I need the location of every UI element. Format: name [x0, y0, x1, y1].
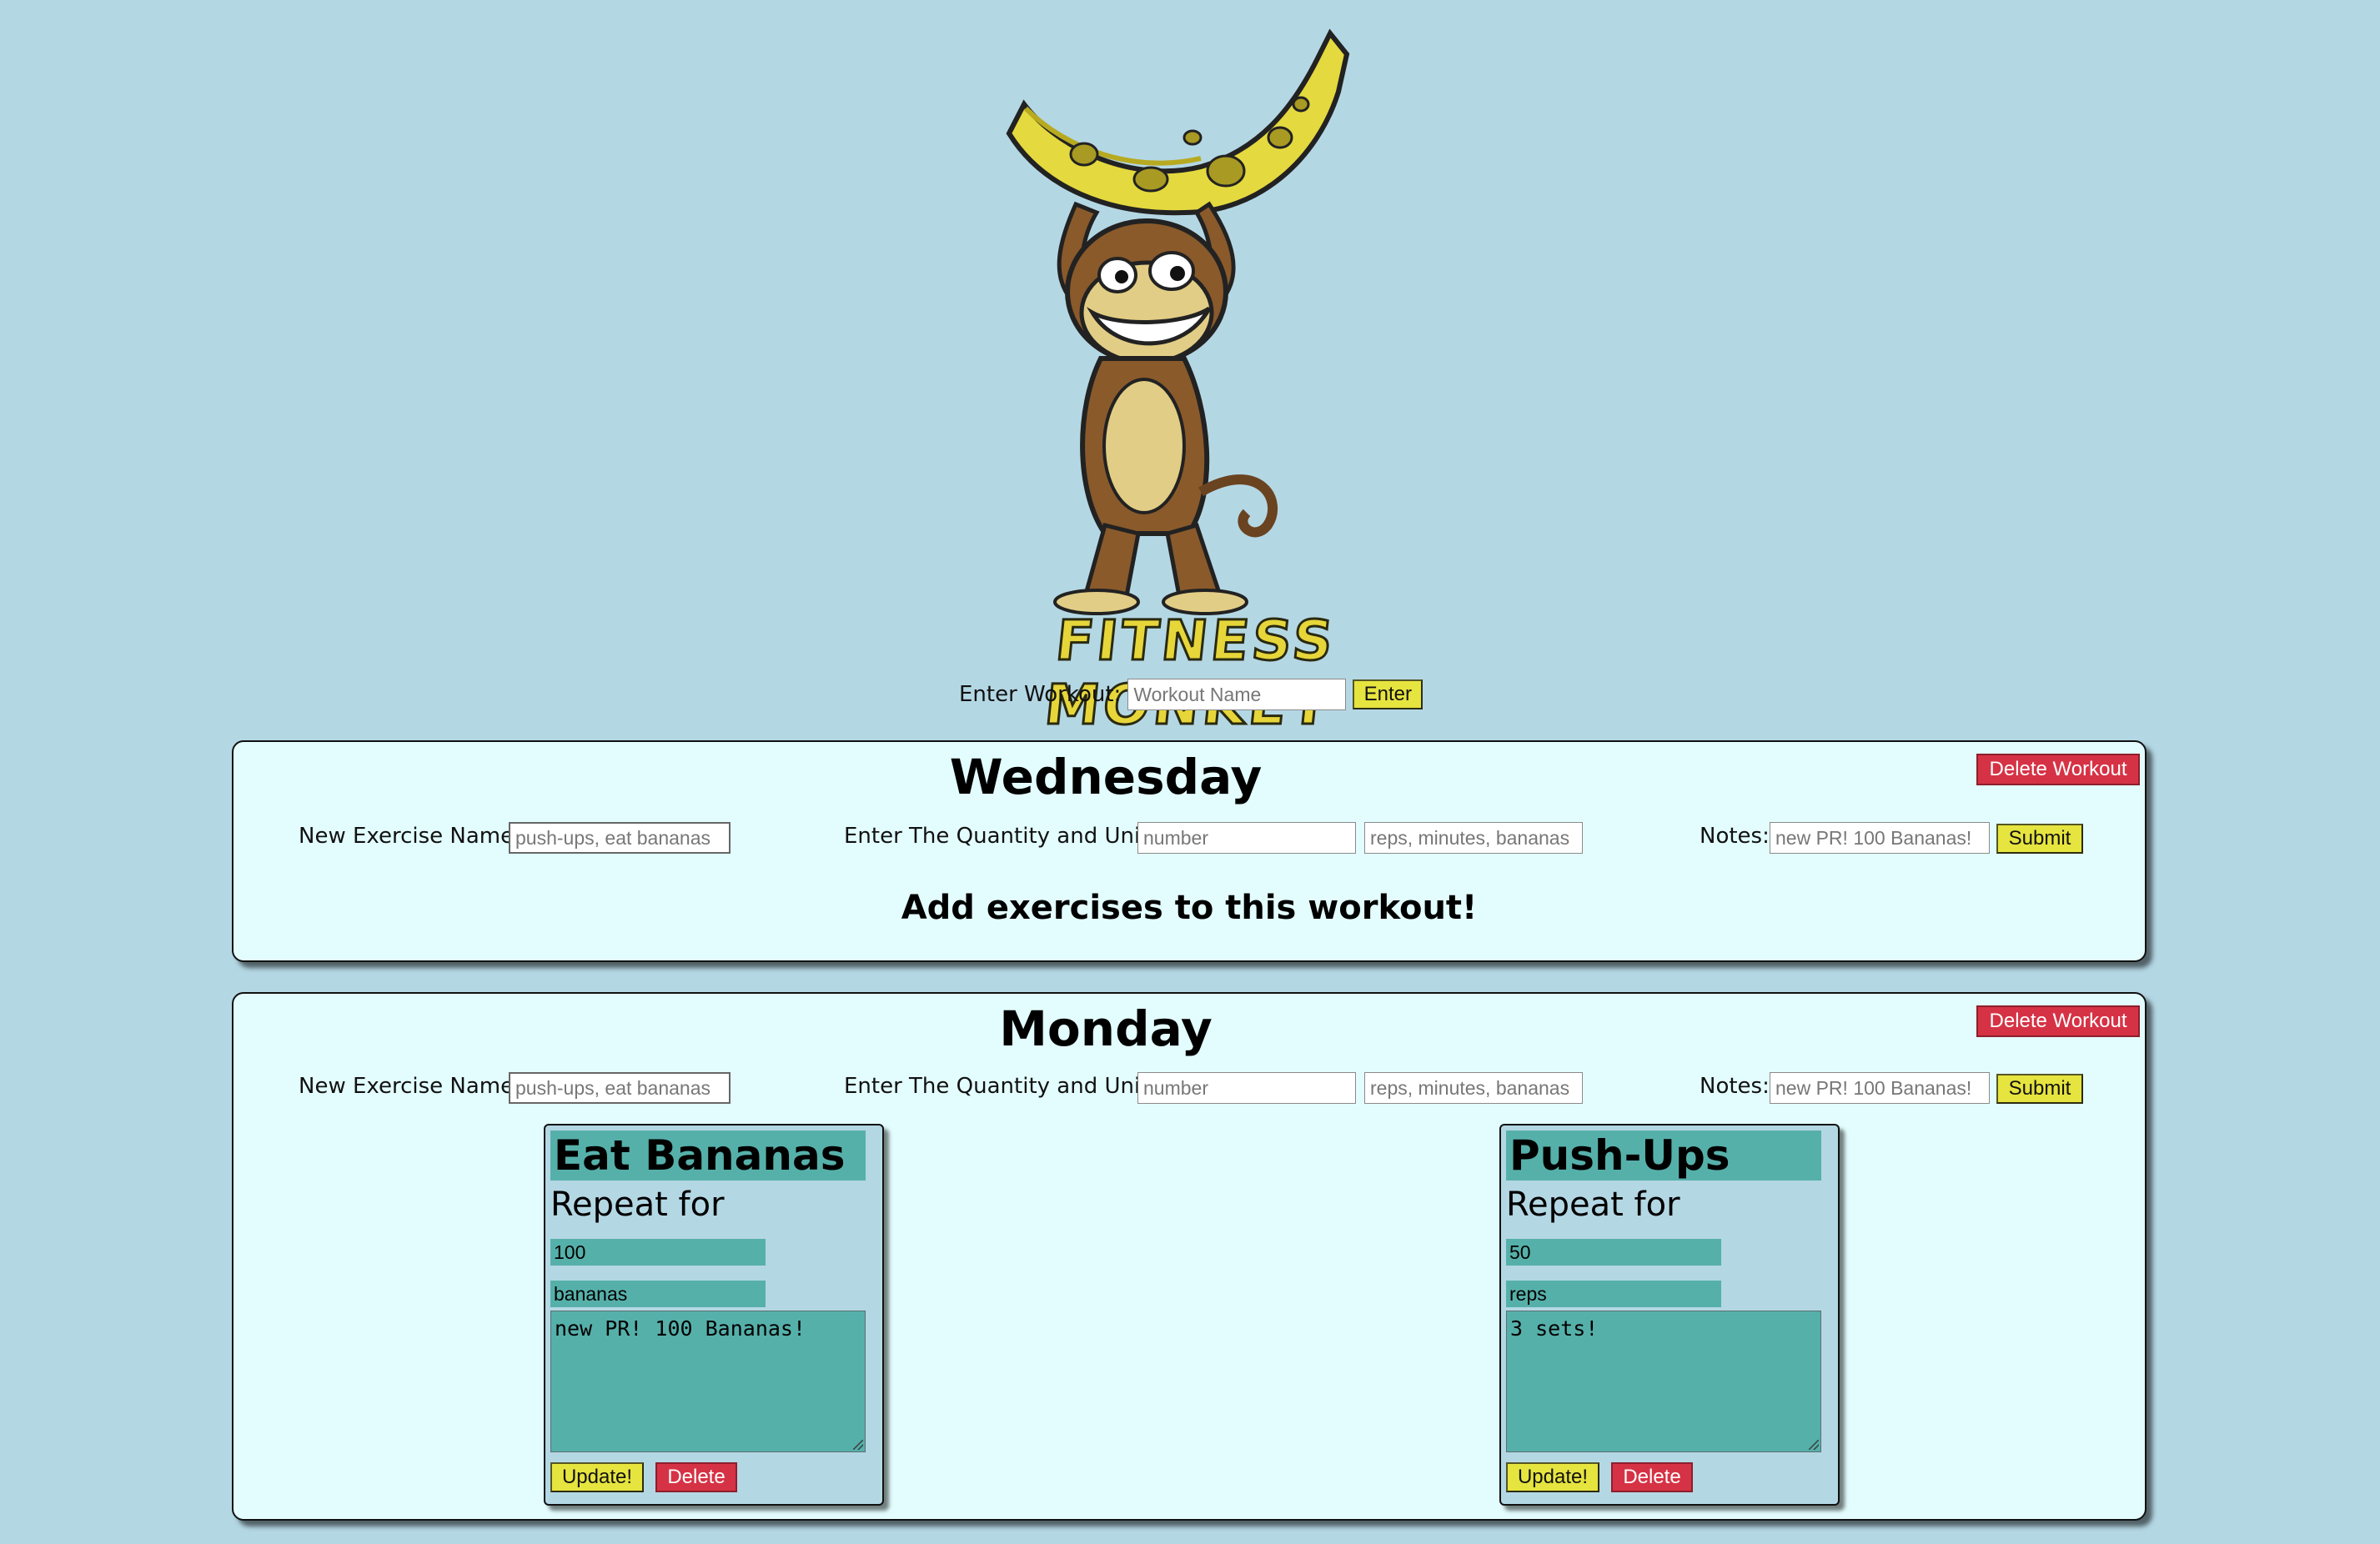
notes-textarea[interactable]: 3 sets!: [1506, 1311, 1821, 1452]
workout-name-input[interactable]: Workout Name: [1127, 679, 1347, 710]
workout-panel-wednesday: Wednesday Delete Workout New Exercise Na…: [232, 740, 2147, 962]
update-button[interactable]: Update!: [1506, 1462, 1599, 1492]
workout-title: Monday: [999, 1000, 1213, 1057]
exercise-name[interactable]: Eat Bananas: [550, 1130, 866, 1181]
notes-textarea[interactable]: new PR! 100 Bananas!: [550, 1311, 866, 1452]
units-input[interactable]: reps, minutes, bananas: [1364, 822, 1583, 854]
enter-workout-form: Enter Workout: Workout Name Enter: [959, 675, 1426, 714]
submit-button[interactable]: Submit: [1996, 824, 2083, 854]
quantity-input[interactable]: number: [1137, 1072, 1356, 1104]
exercise-name[interactable]: Push-Ups: [1506, 1130, 1821, 1181]
exercise-name-input[interactable]: push-ups, eat bananas: [509, 1072, 731, 1104]
delete-workout-button[interactable]: Delete Workout: [1976, 754, 2140, 785]
quantity-units-label: Enter The Quantity and Units: [844, 824, 1160, 849]
repeat-label: Repeat for: [1506, 1186, 1680, 1224]
quantity-field[interactable]: 50: [1506, 1239, 1721, 1266]
workout-title: Wednesday: [949, 749, 1263, 805]
monkey-holding-banana-logo: [1006, 28, 1350, 615]
units-input[interactable]: reps, minutes, bananas: [1364, 1072, 1583, 1104]
delete-button[interactable]: Delete: [1611, 1462, 1693, 1492]
notes-label: Notes:: [1700, 824, 1770, 849]
notes-input[interactable]: new PR! 100 Bananas!: [1770, 822, 1990, 854]
update-button[interactable]: Update!: [550, 1462, 644, 1492]
exercise-name-input[interactable]: push-ups, eat bananas: [509, 822, 731, 854]
brand-title: FITNESS MONKEY: [1041, 608, 1340, 739]
exercise-name-label: New Exercise Name:: [299, 1074, 521, 1099]
notes-label: Notes:: [1700, 1074, 1770, 1099]
exercise-card: Eat Bananas Repeat for 100 bananas new P…: [544, 1124, 884, 1506]
exercise-card: Push-Ups Repeat for 50 reps 3 sets! Upda…: [1499, 1124, 1840, 1506]
repeat-label: Repeat for: [550, 1186, 725, 1224]
exercise-name-label: New Exercise Name:: [299, 824, 521, 849]
units-field[interactable]: bananas: [550, 1281, 766, 1307]
delete-button[interactable]: Delete: [655, 1462, 737, 1492]
submit-button[interactable]: Submit: [1996, 1074, 2083, 1104]
header: FITNESS MONKEY Enter Workout: Workout Na…: [0, 0, 2380, 742]
new-exercise-form: New Exercise Name: push-ups, eat bananas…: [233, 1069, 2145, 1105]
delete-workout-button[interactable]: Delete Workout: [1976, 1005, 2140, 1037]
empty-workout-message: Add exercises to this workout!: [901, 889, 1478, 927]
workout-panel-monday: Monday Delete Workout New Exercise Name:…: [232, 992, 2147, 1521]
notes-input[interactable]: new PR! 100 Bananas!: [1770, 1072, 1990, 1104]
new-exercise-form: New Exercise Name: push-ups, eat bananas…: [233, 819, 2145, 855]
enter-button[interactable]: Enter: [1353, 679, 1423, 709]
units-field[interactable]: reps: [1506, 1281, 1721, 1307]
quantity-input[interactable]: number: [1137, 822, 1356, 854]
quantity-units-label: Enter The Quantity and Units: [844, 1074, 1160, 1099]
quantity-field[interactable]: 100: [550, 1239, 766, 1266]
enter-workout-label: Enter Workout:: [959, 682, 1122, 707]
